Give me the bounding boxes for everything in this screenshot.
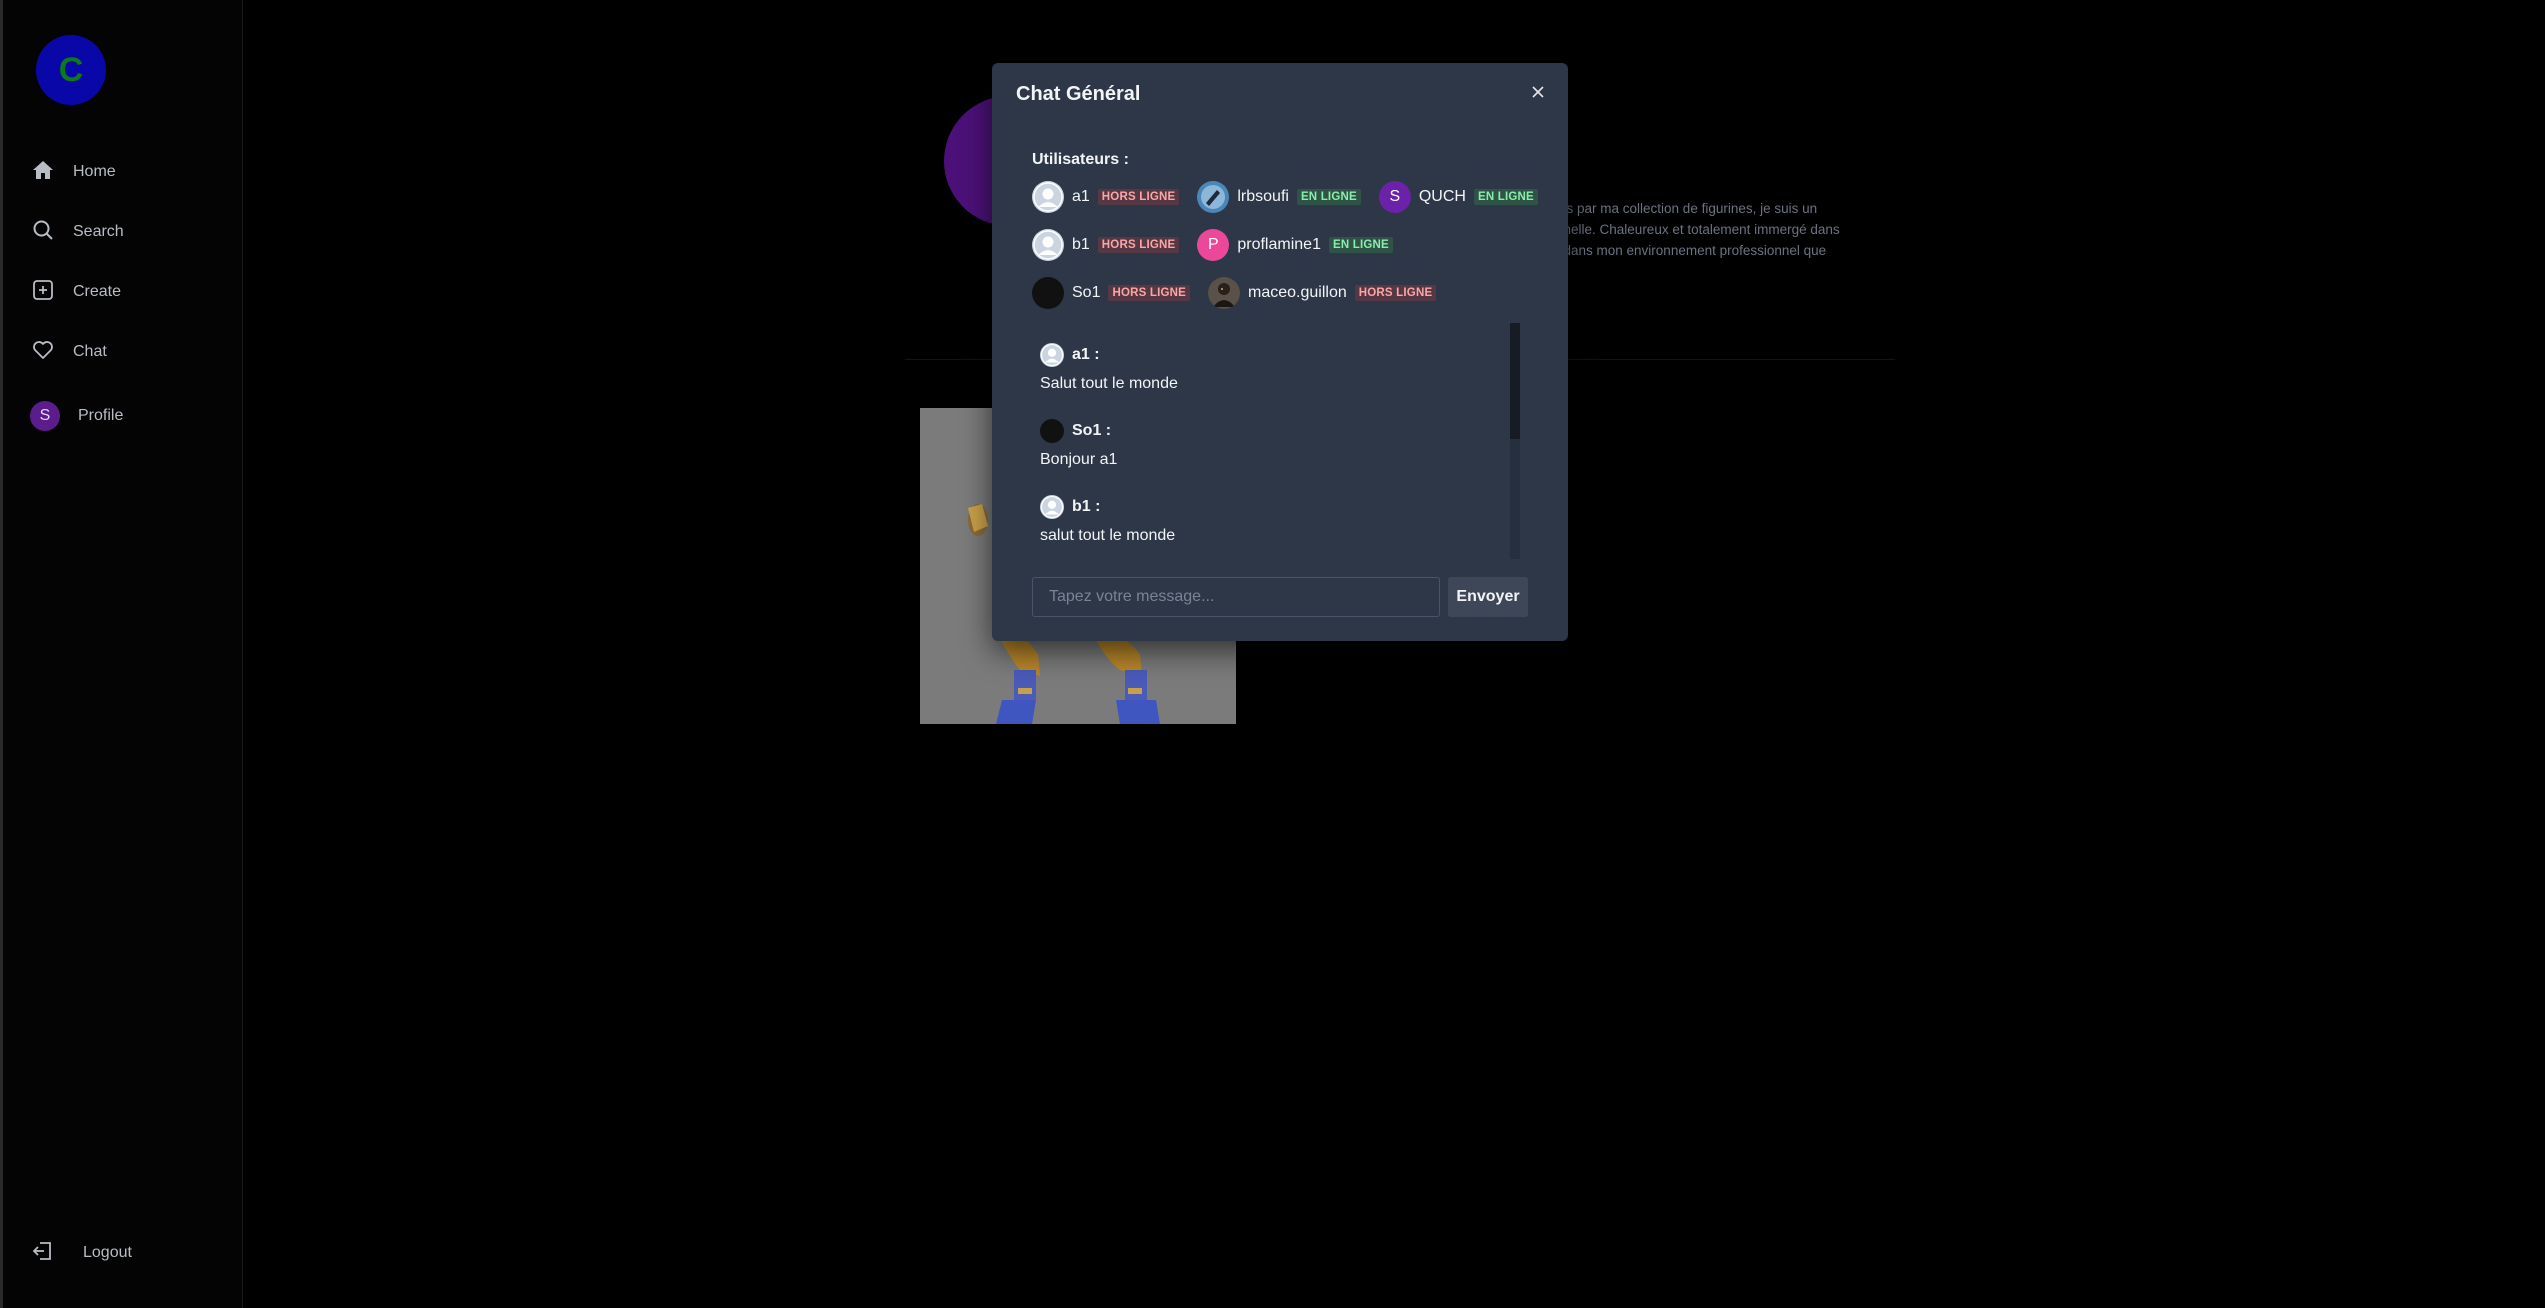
status-badge: HORS LIGNE [1097,237,1180,253]
user-chip[interactable]: maceo.guillon HORS LIGNE [1208,277,1437,309]
modal-title: Chat Général [1016,83,1141,105]
chat-modal: Chat Général Utilisateurs : a1 HORS LIGN… [992,63,1568,641]
user-chip[interactable]: So1 HORS LIGNE [1032,277,1191,309]
search-icon [31,218,55,247]
users-row: So1 HORS LIGNE maceo.guillon HORS LIGNE [1032,277,1437,309]
message-author: a1 : [1072,346,1100,363]
profile-bio: les par ma collection de figurines, je s… [1556,198,1876,261]
message-author: b1 : [1072,498,1101,515]
user-chip[interactable]: b1 HORS LIGNE [1032,229,1180,261]
status-badge: EN LIGNE [1296,189,1361,205]
status-badge: HORS LIGNE [1108,285,1191,301]
logout-icon [31,1239,55,1268]
default-user-icon [1032,181,1064,213]
user-name: a1 [1072,188,1090,205]
user-photo [1197,181,1230,213]
user-chip[interactable]: P proflamine1 EN LIGNE [1197,229,1393,261]
user-chip[interactable]: S QUCH EN LIGNE [1378,181,1538,213]
user-name: So1 [1072,284,1101,301]
user-name: lrbsoufi [1237,188,1289,205]
user-chip[interactable]: a1 HORS LIGNE [1032,181,1180,213]
scrollbar-thumb[interactable] [1510,323,1520,439]
status-badge: HORS LIGNE [1097,189,1180,205]
sidebar-item-label: Profile [78,407,124,424]
plus-square-icon [31,278,55,307]
message-item: b1 : salut tout le monde [1040,495,1175,545]
sidebar-item-label: Chat [73,343,107,360]
app-logo[interactable]: C [36,35,106,105]
close-icon [1532,86,1544,98]
sidebar-item-create[interactable]: Create [31,277,121,307]
close-button[interactable] [1524,78,1552,106]
heart-icon [31,338,55,367]
avatar [1032,277,1064,309]
bio-line: nnelle. Chaleureux et totalement immergé… [1556,222,1840,237]
default-user-icon [1040,495,1064,519]
default-user-icon [1040,343,1064,367]
avatar: P [1197,229,1230,261]
sidebar-item-label: Home [73,163,116,180]
bio-line: les par ma collection de figurines, je s… [1556,201,1818,216]
users-row: a1 HORS LIGNE lrbsoufi EN LIGNE S QUCH E… [1032,181,1538,213]
bio-line: t dans mon environnement professionnel q… [1556,243,1827,258]
users-row: b1 HORS LIGNE P proflamine1 EN LIGNE [1032,229,1393,261]
send-button[interactable]: Envoyer [1448,577,1528,617]
user-photo [1208,277,1241,309]
message-input[interactable] [1032,577,1440,617]
sidebar-item-label: Search [73,223,124,240]
message-text: Bonjour a1 [1040,451,1118,468]
user-name: proflamine1 [1237,236,1321,253]
avatar: S [30,401,60,431]
status-badge: EN LIGNE [1328,237,1393,253]
avatar [1040,419,1064,443]
sidebar: C Home Search Create Chat S Profile Logo… [0,0,243,1308]
user-name: b1 [1072,236,1090,253]
sidebar-item-search[interactable]: Search [31,217,124,247]
user-name: maceo.guillon [1248,284,1347,301]
sidebar-item-profile[interactable]: S Profile [30,401,124,431]
message-item: So1 : Bonjour a1 [1040,419,1117,469]
home-icon [31,158,55,187]
sidebar-item-chat[interactable]: Chat [31,337,107,367]
status-badge: EN LIGNE [1473,189,1538,205]
users-label: Utilisateurs : [1032,151,1129,168]
sidebar-item-home[interactable]: Home [31,157,116,187]
user-name: QUCH [1418,188,1466,205]
logout-button[interactable]: Logout [31,1238,132,1268]
message-list[interactable]: a1 : Salut tout le monde So1 : Bonjour a… [1032,323,1520,559]
message-item: a1 : Salut tout le monde [1040,343,1178,393]
logout-label: Logout [83,1244,132,1261]
sidebar-item-label: Create [73,283,122,300]
status-badge: HORS LIGNE [1354,285,1437,301]
message-text: Salut tout le monde [1040,375,1178,392]
message-author: So1 : [1072,422,1112,439]
user-chip[interactable]: lrbsoufi EN LIGNE [1197,181,1361,213]
message-text: salut tout le monde [1040,527,1176,544]
scrollbar[interactable] [1510,323,1520,559]
avatar: S [1378,181,1411,213]
default-user-icon [1032,229,1064,261]
